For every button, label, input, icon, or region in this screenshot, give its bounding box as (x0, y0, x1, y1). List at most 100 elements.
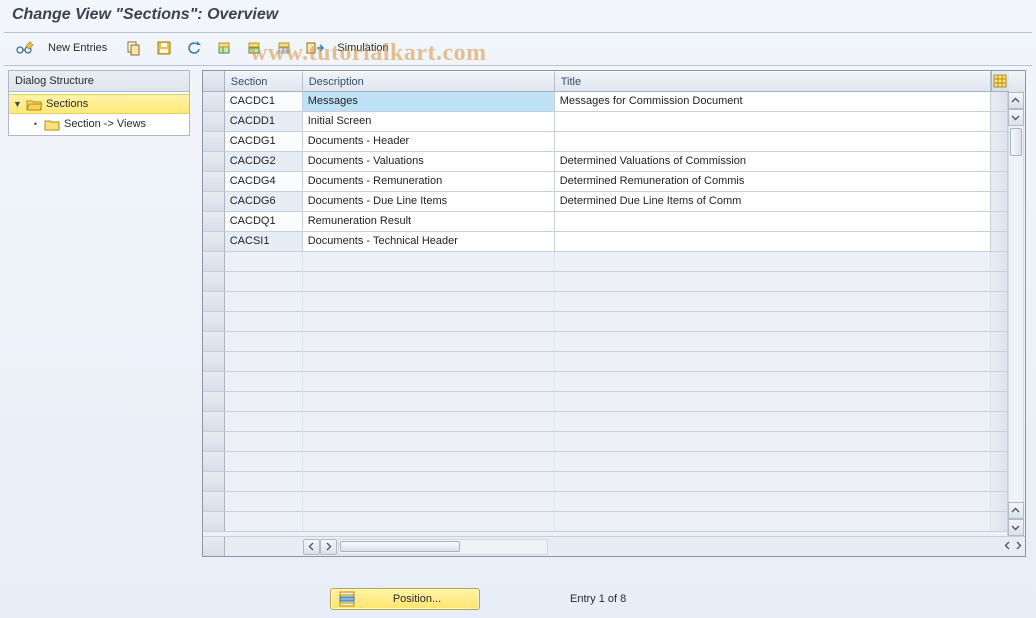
cell-description[interactable]: Documents - Header (303, 132, 555, 152)
table-row[interactable]: CACDG4Documents - RemunerationDetermined… (203, 172, 1025, 192)
select-block-button[interactable] (241, 37, 267, 59)
row-selector-header[interactable] (203, 71, 225, 92)
position-button[interactable]: Position... (330, 588, 480, 610)
row-selector[interactable] (203, 212, 225, 232)
collapse-icon[interactable]: ▼ (13, 100, 22, 109)
goto-button[interactable] (301, 37, 329, 59)
row-selector[interactable] (203, 452, 225, 472)
copy-as-button[interactable] (121, 37, 147, 59)
row-selector[interactable] (203, 92, 225, 112)
cell-title[interactable] (555, 212, 991, 232)
cell-section[interactable] (225, 372, 303, 392)
cell-title[interactable] (555, 112, 991, 132)
row-selector[interactable] (203, 352, 225, 372)
cell-section[interactable] (225, 332, 303, 352)
cell-title[interactable]: Messages for Commission Document (555, 92, 991, 112)
row-selector[interactable] (203, 152, 225, 172)
row-selector[interactable] (203, 372, 225, 392)
table-row-empty[interactable] (203, 432, 1025, 452)
table-row-empty[interactable] (203, 332, 1025, 352)
cell-description[interactable] (303, 272, 555, 292)
select-all-button[interactable] (211, 37, 237, 59)
col-header-description[interactable]: Description (303, 71, 555, 92)
cell-title[interactable] (555, 232, 991, 252)
table-row-empty[interactable] (203, 272, 1025, 292)
cell-section[interactable] (225, 392, 303, 412)
row-selector[interactable] (203, 292, 225, 312)
save-button[interactable] (151, 37, 177, 59)
cell-description[interactable] (303, 432, 555, 452)
cell-section[interactable]: CACDQ1 (225, 212, 303, 232)
table-row-empty[interactable] (203, 492, 1025, 512)
cell-description[interactable] (303, 372, 555, 392)
table-row[interactable]: CACDD1Initial Screen (203, 112, 1025, 132)
table-row-empty[interactable] (203, 252, 1025, 272)
row-selector[interactable] (203, 412, 225, 432)
cell-title[interactable] (555, 332, 991, 352)
cell-section[interactable] (225, 252, 303, 272)
tree-item-section-views[interactable]: • Section -> Views (9, 114, 189, 134)
cell-section[interactable] (225, 412, 303, 432)
cell-description[interactable] (303, 312, 555, 332)
cell-section[interactable]: CACDG6 (225, 192, 303, 212)
row-selector[interactable] (203, 512, 225, 532)
row-selector[interactable] (203, 272, 225, 292)
row-selector[interactable] (203, 112, 225, 132)
cell-section[interactable] (225, 352, 303, 372)
cell-title[interactable] (555, 452, 991, 472)
cell-section[interactable]: CACDD1 (225, 112, 303, 132)
cell-description[interactable] (303, 292, 555, 312)
table-row-empty[interactable] (203, 472, 1025, 492)
cell-section[interactable]: CACDC1 (225, 92, 303, 112)
cell-section[interactable]: CACSI1 (225, 232, 303, 252)
cell-description[interactable] (303, 472, 555, 492)
tree-item-sections[interactable]: ▼ Sections (9, 94, 189, 114)
table-row-empty[interactable] (203, 452, 1025, 472)
cell-section[interactable] (225, 472, 303, 492)
cell-title[interactable] (555, 492, 991, 512)
cell-title[interactable] (555, 352, 991, 372)
row-selector[interactable] (203, 132, 225, 152)
cell-section[interactable] (225, 312, 303, 332)
cell-description[interactable]: Documents - Technical Header (303, 232, 555, 252)
cell-description[interactable]: Messages (303, 92, 555, 112)
cell-section[interactable] (225, 292, 303, 312)
cell-section[interactable] (225, 492, 303, 512)
scroll-line-down-button[interactable] (1008, 109, 1024, 126)
cell-description[interactable] (303, 452, 555, 472)
row-selector[interactable] (203, 192, 225, 212)
table-row[interactable]: CACDG6Documents - Due Line ItemsDetermin… (203, 192, 1025, 212)
row-selector[interactable] (203, 312, 225, 332)
table-row-empty[interactable] (203, 392, 1025, 412)
cell-title[interactable] (555, 292, 991, 312)
cell-description[interactable] (303, 512, 555, 532)
cell-title[interactable] (555, 412, 991, 432)
table-row[interactable]: CACSI1Documents - Technical Header (203, 232, 1025, 252)
cell-title[interactable] (555, 252, 991, 272)
cell-title[interactable] (555, 512, 991, 532)
cell-title[interactable] (555, 272, 991, 292)
cell-section[interactable]: CACDG4 (225, 172, 303, 192)
row-selector[interactable] (203, 172, 225, 192)
table-config-button[interactable] (991, 71, 1009, 92)
hscroll-right-button[interactable] (1014, 541, 1023, 553)
cell-section[interactable] (225, 512, 303, 532)
table-row-empty[interactable] (203, 352, 1025, 372)
table-row-empty[interactable] (203, 312, 1025, 332)
row-selector[interactable] (203, 232, 225, 252)
cell-description[interactable] (303, 412, 555, 432)
vertical-scrollbar[interactable] (1007, 92, 1024, 536)
cell-title[interactable]: Determined Remuneration of Commis (555, 172, 991, 192)
scroll-line-up-button[interactable] (1008, 502, 1024, 519)
scroll-thumb[interactable] (1010, 128, 1022, 156)
cell-description[interactable]: Initial Screen (303, 112, 555, 132)
toggle-display-change-button[interactable] (10, 37, 40, 59)
cell-description[interactable]: Remuneration Result (303, 212, 555, 232)
cell-title[interactable]: Determined Valuations of Commission (555, 152, 991, 172)
table-row[interactable]: CACDC1MessagesMessages for Commission Do… (203, 92, 1025, 112)
hscroll-step-left-button[interactable] (1003, 541, 1012, 553)
undo-button[interactable] (181, 37, 207, 59)
cell-description[interactable]: Documents - Valuations (303, 152, 555, 172)
cell-section[interactable] (225, 432, 303, 452)
cell-section[interactable] (225, 452, 303, 472)
